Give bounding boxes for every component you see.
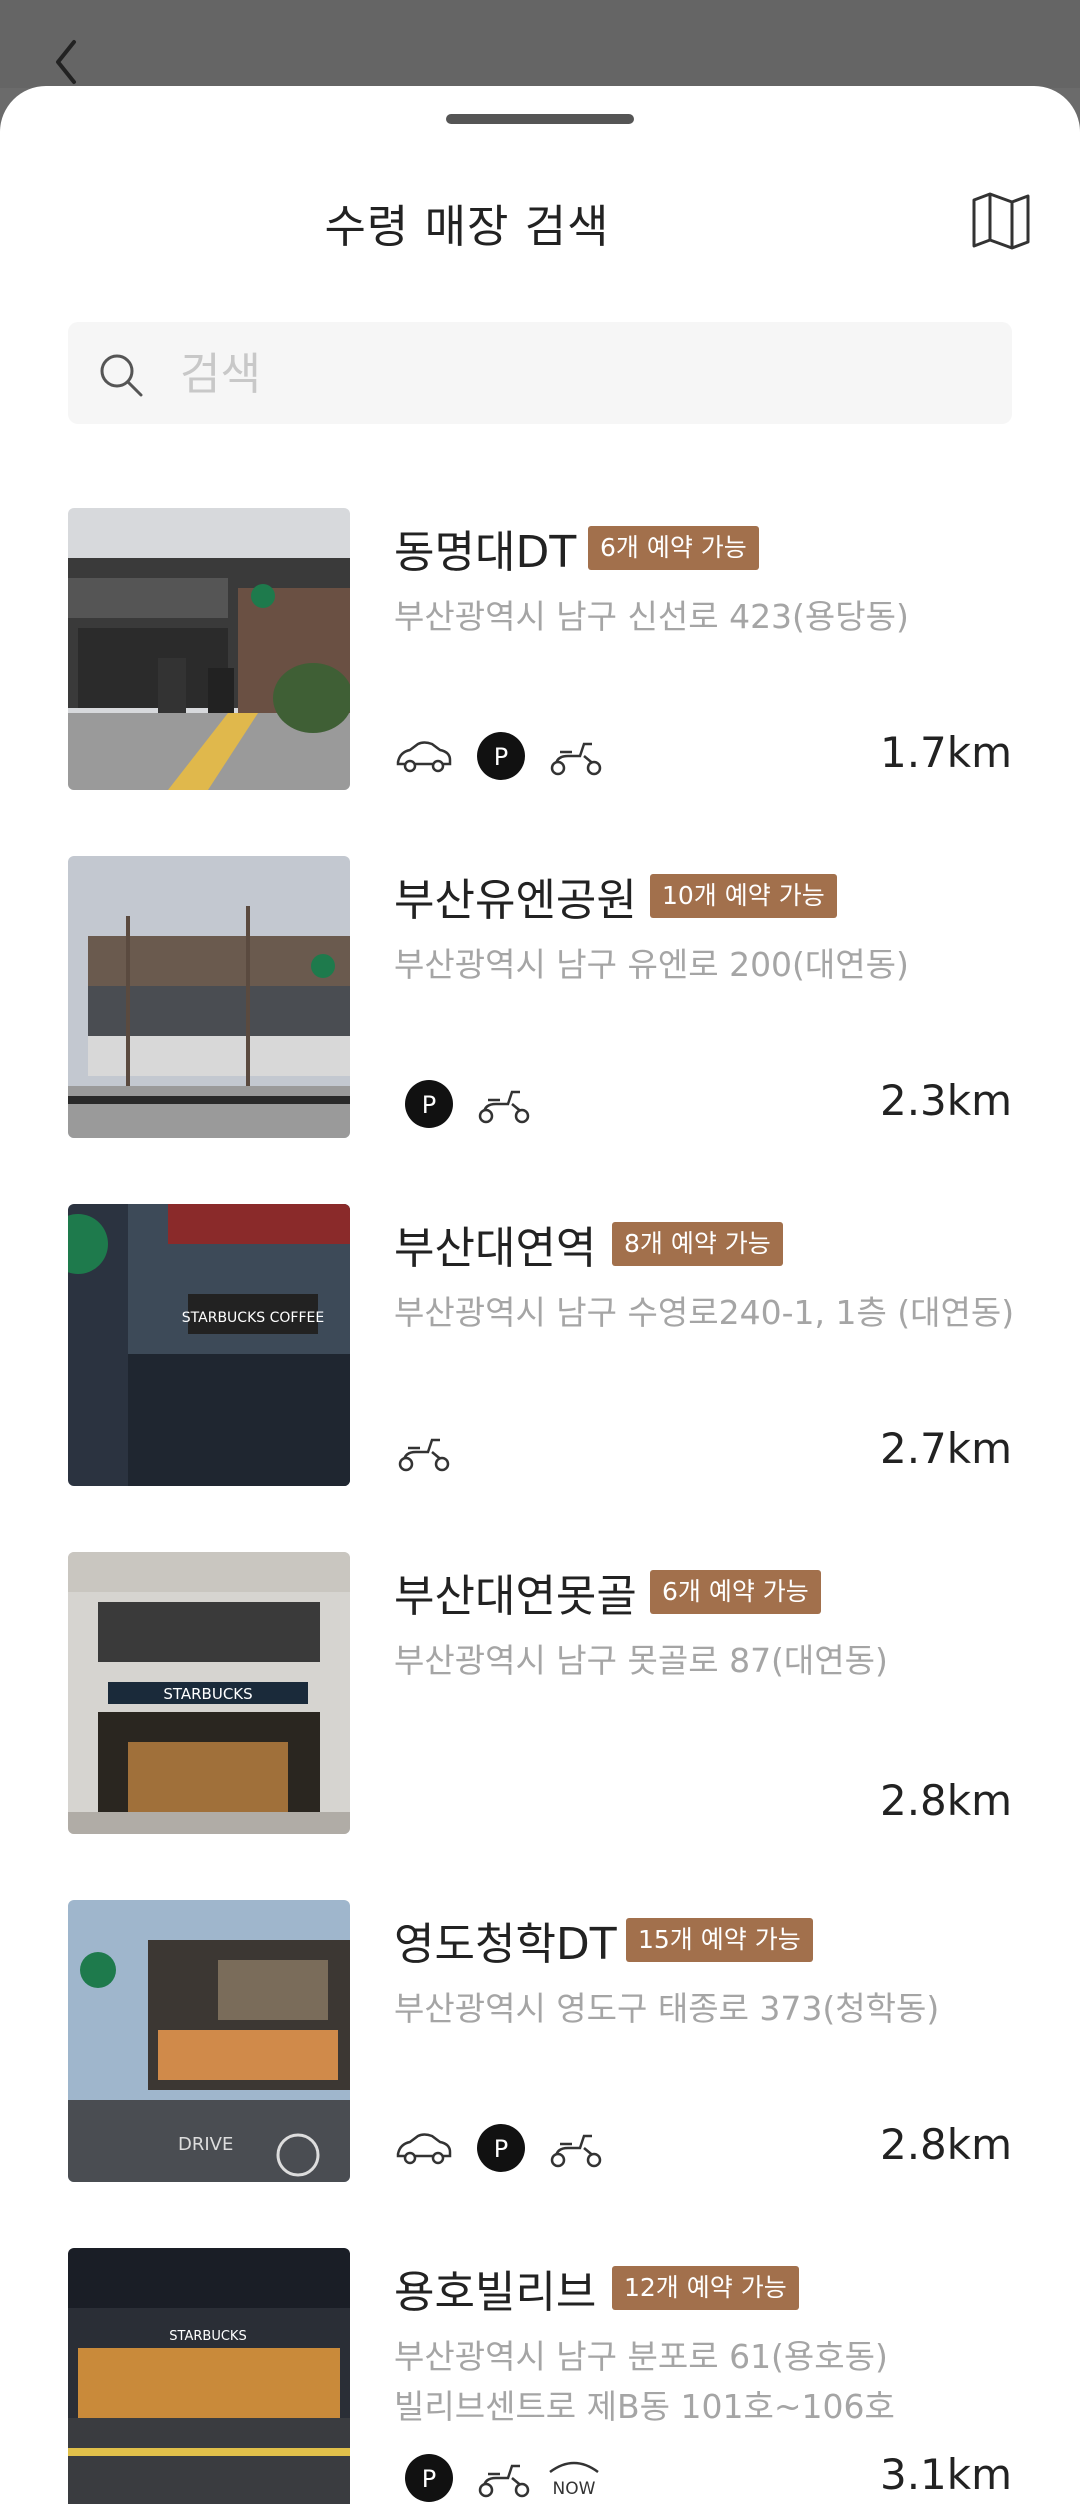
store-photo: DRIVE — [68, 1900, 350, 2182]
store-address: 부산광역시 남구 신선로 423(용당동) — [394, 597, 909, 636]
dimmed-background — [0, 0, 1080, 88]
scooter-icon — [550, 2134, 602, 2168]
page-title: 수령 매장 검색 — [324, 200, 610, 253]
car-icon — [396, 2133, 452, 2165]
store-photo: STARBUCKS — [68, 2248, 350, 2504]
reservation-badge: 15개 예약 가능 — [626, 1918, 813, 1962]
store-address: 부산광역시 영도구 태종로 373(청학동) — [394, 1989, 940, 2028]
now-icon: NOW — [549, 2461, 599, 2499]
store-address-line: 빌리브센트로 제B동 101호~106호 — [394, 2387, 895, 2426]
store-item[interactable]: STARBUCKS COFFEE 부산대연역 8개 예약 가능 부산광역시 남구… — [0, 1204, 1080, 1504]
store-distance: 2.3km — [879, 1076, 1012, 1125]
map-icon[interactable] — [970, 190, 1032, 252]
reservation-badge: 10개 예약 가능 — [650, 874, 837, 918]
store-distance: 2.8km — [879, 1776, 1012, 1825]
store-photo — [68, 856, 350, 1138]
reservation-badge: 6개 예약 가능 — [588, 526, 759, 570]
svg-text:DRIVE: DRIVE — [178, 2134, 233, 2155]
store-item[interactable]: DRIVE 영도청학DT 15개 예약 가능 부산광역시 영도구 태종로 373… — [0, 1900, 1080, 2200]
store-distance: 1.7km — [879, 728, 1012, 777]
reservation-badge: 8개 예약 가능 — [612, 1222, 783, 1266]
reservation-badge: 6개 예약 가능 — [650, 1570, 821, 1614]
parking-icon: P — [405, 1080, 453, 1128]
search-bar[interactable] — [68, 322, 1012, 426]
store-address: 부산광역시 남구 못골로 87(대연동) — [394, 1641, 888, 1680]
store-distance: 2.7km — [879, 1424, 1012, 1473]
svg-text:P: P — [494, 743, 508, 771]
scooter-icon — [478, 1090, 530, 1124]
store-name: 영도청학DT — [394, 1919, 617, 1970]
store-distance: 3.1km — [879, 2450, 1012, 2499]
now-label: NOW — [553, 2479, 596, 2499]
store-photo — [68, 508, 350, 790]
scooter-icon — [550, 742, 602, 776]
scooter-icon — [398, 1438, 450, 1472]
svg-text:P: P — [422, 1091, 436, 1119]
store-name: 부산대연못골 — [394, 1571, 637, 1622]
store-item[interactable]: STARBUCKS 부산대연못골 6개 예약 가능 부산광역시 남구 못골로 8… — [0, 1552, 1080, 1852]
search-icon — [100, 354, 143, 397]
parking-icon: P — [477, 2124, 525, 2172]
parking-icon: P — [477, 732, 525, 780]
store-address: 부산광역시 남구 수영로240-1, 1층 (대연동) — [394, 1293, 1015, 1332]
svg-text:STARBUCKS COFFEE: STARBUCKS COFFEE — [182, 1310, 324, 1326]
car-icon — [396, 741, 452, 773]
svg-text:STARBUCKS: STARBUCKS — [163, 1685, 252, 1703]
store-item[interactable]: 동명대DT 6개 예약 가능 부산광역시 남구 신선로 423(용당동) P 1… — [0, 508, 1080, 808]
sheet-drag-handle[interactable] — [446, 114, 634, 124]
reservation-badge: 12개 예약 가능 — [612, 2266, 799, 2310]
store-address: 부산광역시 남구 분포로 61(용호동) 빌리브센트로 제B동 101호~106… — [394, 2332, 895, 2432]
store-address: 부산광역시 남구 유엔로 200(대연동) — [394, 945, 909, 984]
store-name: 부산유엔공원 — [394, 875, 637, 926]
svg-text:STARBUCKS: STARBUCKS — [169, 2329, 246, 2344]
scooter-icon — [478, 2464, 530, 2498]
store-search-sheet: 수령 매장 검색 검색 동명대DT 6개 예약 가능 부산광역시 남구 신선로 … — [0, 86, 1080, 2504]
svg-text:P: P — [494, 2135, 508, 2163]
store-name: 용호빌리브 — [394, 2267, 597, 2318]
store-distance: 2.8km — [879, 2120, 1012, 2169]
store-item[interactable]: STARBUCKS 용호빌리브 12개 예약 가능 부산광역시 남구 분포로 6… — [0, 2248, 1080, 2504]
search-input[interactable] — [178, 322, 982, 426]
parking-icon: P — [405, 2454, 453, 2502]
store-photo: STARBUCKS COFFEE — [68, 1204, 350, 1486]
back-arrow-icon[interactable] — [44, 34, 92, 90]
store-name: 동명대DT — [394, 527, 577, 578]
store-address-line: 부산광역시 남구 분포로 61(용호동) — [394, 2337, 888, 2376]
store-item[interactable]: 부산유엔공원 10개 예약 가능 부산광역시 남구 유엔로 200(대연동) P… — [0, 856, 1080, 1156]
svg-text:P: P — [422, 2465, 436, 2493]
store-photo: STARBUCKS — [68, 1552, 350, 1834]
store-name: 부산대연역 — [394, 1223, 597, 1274]
